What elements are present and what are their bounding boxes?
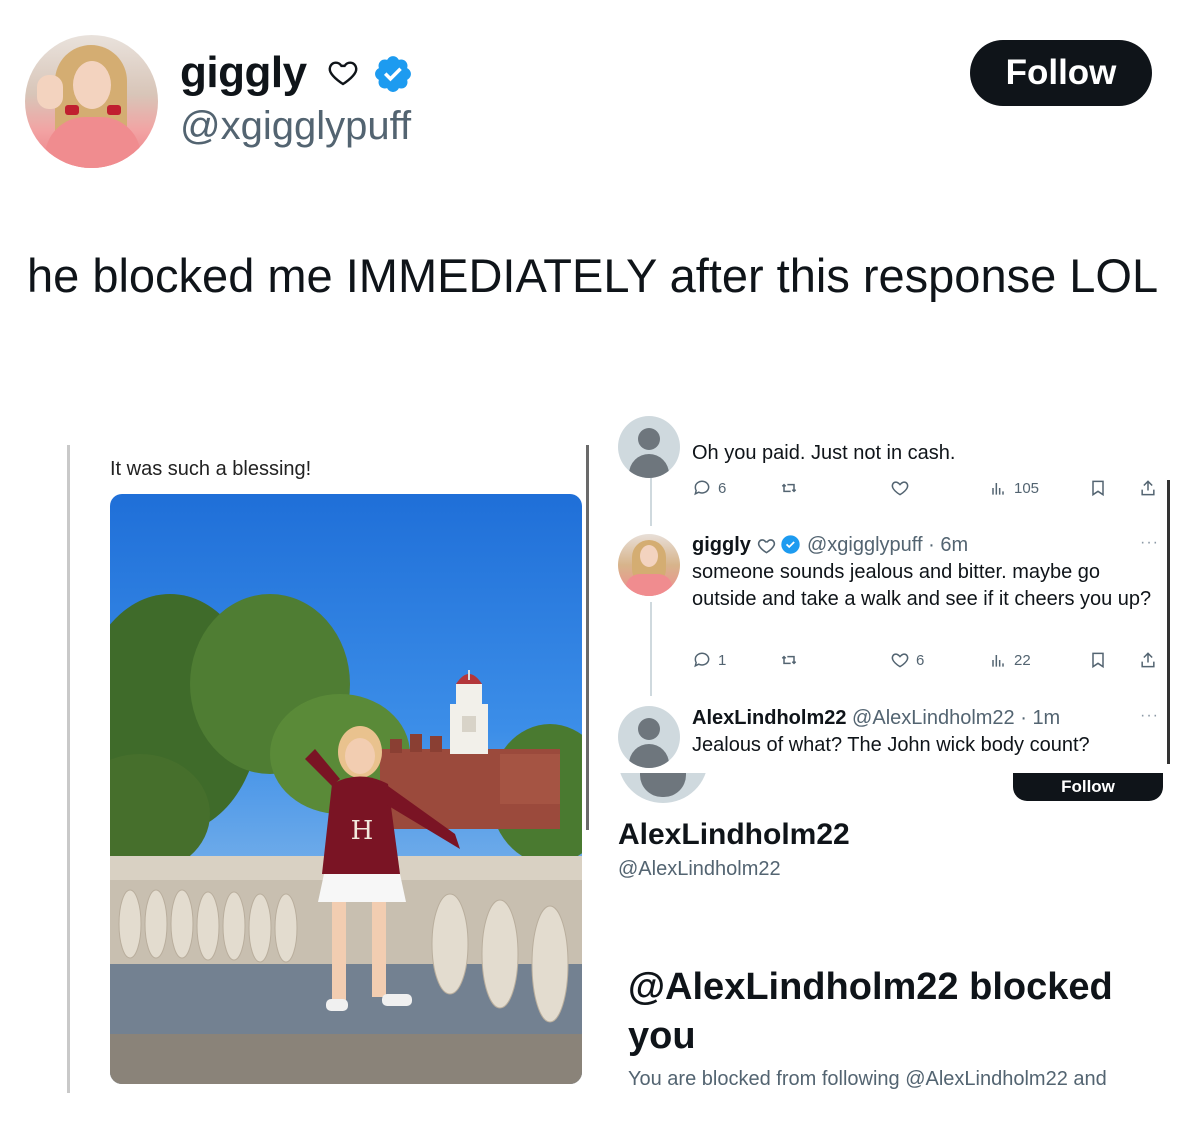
views-count: 22 xyxy=(1014,651,1031,669)
share-action[interactable] xyxy=(1138,478,1158,498)
share-action[interactable] xyxy=(1138,650,1158,670)
reply-icon xyxy=(694,652,710,668)
profile-follow-button[interactable]: Follow xyxy=(1013,773,1163,801)
retweet-icon xyxy=(781,483,797,493)
left-border-divider xyxy=(67,445,70,1093)
reply-action[interactable]: 6 xyxy=(692,478,726,498)
share-icon xyxy=(1141,652,1155,668)
reply-handle-time: @xgigglypuff · 6m xyxy=(807,534,969,556)
reply-action[interactable]: 1 xyxy=(692,650,726,670)
retweet-action[interactable] xyxy=(779,650,799,670)
follow-button[interactable]: Follow xyxy=(970,40,1152,106)
reply-author-name[interactable]: AlexLindholm22 xyxy=(692,707,846,729)
reply-handle-time: @AlexLindholm22 · 1m xyxy=(852,707,1061,729)
photo-scene: H xyxy=(110,594,582,1084)
like-action[interactable] xyxy=(890,478,910,498)
bookmark-action[interactable] xyxy=(1088,478,1108,498)
svg-text:H: H xyxy=(351,816,374,846)
verified-badge-icon xyxy=(375,56,411,92)
more-options-icon[interactable]: ··· xyxy=(1140,707,1159,725)
action-row: 1 6 22 xyxy=(692,650,1162,674)
heart-icon xyxy=(891,653,909,668)
reply-text: someone sounds jealous and bitter. maybe… xyxy=(692,561,1152,610)
views-icon xyxy=(992,655,1004,667)
reply-icon xyxy=(694,480,710,496)
avatar-portrait xyxy=(626,540,672,596)
blocked-description: You are blocked from following @AlexLind… xyxy=(628,1068,1107,1090)
reply-count: 1 xyxy=(718,651,727,669)
action-row: 6 105 xyxy=(692,478,1162,502)
reply-text: Oh you paid. Just not in cash. xyxy=(692,442,956,464)
retweet-action[interactable] xyxy=(779,478,799,498)
more-options-icon[interactable]: ··· xyxy=(1140,534,1159,552)
thread-connector xyxy=(650,602,652,696)
thread-connector xyxy=(650,478,652,526)
reply-header: giggly xyxy=(692,532,751,559)
verified-badge-icon xyxy=(781,535,800,554)
author-display-name[interactable]: giggly xyxy=(180,48,307,98)
bookmark-icon xyxy=(1092,480,1104,497)
blocked-title: @AlexLindholm22 blocked you xyxy=(628,966,1113,1057)
tweet-text: he blocked me IMMEDIATELY after this res… xyxy=(27,249,1159,302)
views-icon xyxy=(992,483,1004,495)
profile-avatar[interactable] xyxy=(618,773,708,803)
profile-handle: @AlexLindholm22 xyxy=(618,858,781,880)
reply-text: Jealous of what? The John wick body coun… xyxy=(692,734,1090,756)
alex-avatar[interactable] xyxy=(618,706,680,768)
share-icon xyxy=(1141,480,1155,496)
user-avatar[interactable] xyxy=(618,416,680,478)
author-avatar[interactable] xyxy=(25,35,158,168)
like-action[interactable]: 6 xyxy=(890,650,924,670)
heart-icon xyxy=(891,481,909,496)
views-action[interactable]: 105 xyxy=(988,478,1039,498)
profile-name: AlexLindholm22 xyxy=(618,818,850,851)
attached-photo[interactable]: H xyxy=(110,494,582,1084)
reply-author-name[interactable]: giggly xyxy=(692,534,751,556)
scrollbar[interactable] xyxy=(1167,480,1170,764)
author-handle[interactable]: @xgigglypuff xyxy=(180,104,411,149)
retweet-icon xyxy=(781,655,797,665)
reply-count: 6 xyxy=(718,479,727,497)
pane-divider xyxy=(586,445,589,830)
views-action[interactable]: 22 xyxy=(988,650,1031,670)
heart-outline-icon xyxy=(757,539,776,554)
giggly-avatar[interactable] xyxy=(618,534,680,596)
reply-header: AlexLindholm22 @AlexLindholm22 · 1m xyxy=(692,705,1060,732)
bookmark-icon xyxy=(1092,652,1104,669)
bookmark-action[interactable] xyxy=(1088,650,1108,670)
like-count: 6 xyxy=(916,651,925,669)
heart-outline-icon xyxy=(328,61,358,86)
views-count: 105 xyxy=(1014,479,1040,497)
left-caption: It was such a blessing! xyxy=(110,458,312,480)
